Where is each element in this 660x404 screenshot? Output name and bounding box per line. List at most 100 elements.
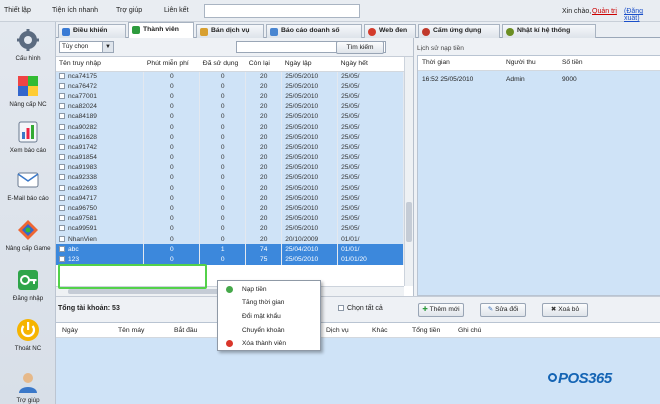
column-header[interactable]: Số tiền [558, 56, 660, 71]
tab-block-apps[interactable]: Cấm ứng dụng [418, 24, 500, 38]
row-checkbox[interactable] [59, 215, 65, 222]
table-row[interactable]: nca91983 0 0 20 25/05/2010 25/05/ [56, 162, 404, 173]
menu-help[interactable]: Trợ giúp [116, 7, 142, 14]
tab-sell-services[interactable]: Bán dịch vụ [196, 24, 264, 38]
row-checkbox[interactable] [59, 92, 65, 99]
column-header[interactable]: Thời gian [418, 56, 502, 71]
select-all[interactable]: Chọn tất cả [338, 305, 383, 312]
username-cell: nca91742 [56, 142, 145, 153]
highlight-selected-rows [58, 264, 207, 289]
toolbar-input[interactable] [204, 4, 360, 18]
column-header[interactable]: Người thu [502, 56, 558, 71]
menu-item-transfer[interactable]: Chuyển khoản [218, 324, 322, 337]
table-row[interactable]: nca94717 0 0 20 25/05/2010 25/05/ [56, 193, 404, 204]
row-checkbox[interactable] [59, 123, 65, 130]
row-checkbox[interactable] [59, 235, 65, 242]
menu-item-add-time[interactable]: Tăng thời gian [218, 296, 322, 309]
column-header[interactable]: Phút miễn phí [143, 57, 200, 72]
menu-bar: Thiết lập Tiện ích nhanh Trợ giúp Liên k… [0, 0, 660, 22]
table-row[interactable]: abc 0 1 74 25/04/2010 01/01/ [56, 244, 404, 255]
column-header[interactable]: Ngày lập [281, 57, 338, 72]
table-row[interactable]: nca91742 0 0 20 25/05/2010 25/05/ [56, 142, 404, 153]
search-button[interactable]: Tìm kiếm [336, 41, 384, 54]
table-row[interactable]: nca82024 0 0 20 25/05/2010 25/05/ [56, 101, 404, 112]
username-cell: nca96750 [56, 203, 145, 214]
sidebar-label: Thoát NC [14, 345, 42, 352]
edit-button[interactable]: ✎ Sửa đổi [480, 303, 526, 317]
table-row[interactable]: nca76472 0 0 20 25/05/2010 25/05/ [56, 81, 404, 92]
column-header[interactable]: Ngày hết [337, 57, 404, 72]
tab-control[interactable]: Điều khiển [58, 24, 126, 38]
row-checkbox[interactable] [59, 205, 65, 212]
sidebar-item-email-report[interactable]: E-Mail báo cáo [0, 168, 56, 202]
table-cell: 0 [143, 234, 201, 245]
row-checkbox[interactable] [59, 82, 65, 89]
menu-item-recharge[interactable]: Nạp tiền [218, 283, 322, 296]
table-row[interactable]: nca90282 0 0 20 25/05/2010 25/05/ [56, 121, 404, 133]
row-checkbox[interactable] [59, 194, 65, 201]
row-checkbox[interactable] [59, 174, 65, 181]
delete-button[interactable]: ✖ Xoá bỏ [542, 303, 588, 317]
column-header[interactable]: Còn lại [245, 57, 282, 72]
row-checkbox[interactable] [59, 184, 65, 191]
user-link[interactable]: Quản trị [592, 8, 617, 15]
column-header[interactable]: Tên truy nhập [56, 57, 144, 72]
row-checkbox[interactable] [59, 225, 65, 232]
table-row[interactable]: nca97581 0 0 20 25/05/2010 25/05/ [56, 213, 404, 224]
table-cell: 20 [245, 101, 283, 112]
table-cell: 25/05/ [337, 101, 404, 112]
row-checkbox[interactable] [59, 113, 65, 120]
select-all-checkbox[interactable] [338, 305, 344, 311]
table-cell: 25/05/2010 [281, 254, 339, 265]
menu-item-change-password[interactable]: Đổi mật khẩu [218, 310, 322, 323]
menu-quick-tools[interactable]: Tiện ích nhanh [52, 7, 98, 14]
row-checkbox[interactable] [59, 245, 65, 252]
table-row[interactable]: nca96750 0 0 20 25/05/2010 25/05/ [56, 203, 404, 214]
username-cell: nca90282 [56, 121, 145, 133]
table-cell: 0 [143, 111, 201, 122]
sidebar-item-help[interactable]: Trợ giúp [0, 370, 56, 404]
username-cell: nca84189 [56, 111, 145, 122]
column-header[interactable]: Đã sử dụng [199, 57, 246, 72]
table-row[interactable]: nca74175 0 0 20 25/05/2010 25/05/ [56, 71, 404, 82]
vertical-scrollbar[interactable] [404, 57, 413, 286]
menu-item-delete-member[interactable]: Xóa thành viên [218, 337, 322, 350]
row-checkbox[interactable] [59, 103, 65, 110]
row-checkbox[interactable] [59, 133, 65, 140]
sidebar-item-upgrade-nc[interactable]: Nâng cấp NC [0, 74, 56, 108]
sidebar-item-upgrade-game[interactable]: Nâng cấp Game [0, 218, 56, 252]
tab-members[interactable]: Thành viên [128, 22, 194, 38]
row-checkbox[interactable] [59, 154, 65, 161]
filter-select[interactable]: Tùy chọn ▼ [59, 41, 114, 53]
sidebar-item-view-report[interactable]: Xem báo cáo [0, 120, 56, 154]
menu-links[interactable]: Liên kết [164, 7, 189, 14]
table-row[interactable]: NhanVien 0 0 20 20/10/2009 01/01/ [56, 234, 404, 245]
table-cell: 25/05/ [337, 132, 404, 143]
row-checkbox[interactable] [59, 164, 65, 171]
table-cell: 0 [199, 152, 247, 163]
logout-link[interactable]: (Đăng xuất) [624, 8, 660, 22]
table-cell: 25/05/ [337, 213, 404, 224]
menu-setup[interactable]: Thiết lập [4, 7, 31, 14]
sidebar-item-exit-nc[interactable]: Thoát NC [0, 318, 56, 352]
tab-system-log[interactable]: Nhật kí hệ thống [502, 24, 596, 38]
table-row[interactable]: nca84189 0 0 20 25/05/2010 25/05/ [56, 111, 404, 122]
row-checkbox[interactable] [59, 72, 65, 79]
table-row[interactable]: nca92693 0 0 20 25/05/2010 25/05/ [56, 183, 404, 194]
table-row[interactable]: nca91854 0 0 20 25/05/2010 25/05/ [56, 152, 404, 163]
table-cell: 1 [199, 244, 247, 255]
table-cell: 0 [199, 81, 247, 92]
table-cell: 25/05/ [337, 152, 404, 163]
add-button[interactable]: ✚ Thêm mới [418, 303, 464, 317]
table-row[interactable]: nca92338 0 0 20 25/05/2010 25/05/ [56, 172, 404, 184]
sidebar-item-settings[interactable]: Cấu hình [0, 28, 56, 62]
sidebar-item-login[interactable]: Đăng nhập [0, 268, 56, 302]
table-row[interactable]: nca77001 0 0 20 25/05/2010 25/05/ [56, 91, 404, 102]
tab-sales-report[interactable]: Báo cáo doanh số [266, 24, 362, 38]
table-row[interactable]: nca91628 0 0 20 25/05/2010 25/05/ [56, 132, 404, 143]
table-row[interactable]: nca99591 0 0 20 25/05/2010 25/05/ [56, 223, 404, 234]
row-checkbox[interactable] [59, 143, 65, 150]
table-row[interactable]: 16:52 25/05/2010 Admin 9000 [418, 70, 660, 88]
row-checkbox[interactable] [59, 255, 65, 262]
tab-web-blacklist[interactable]: Web đen [364, 24, 416, 38]
